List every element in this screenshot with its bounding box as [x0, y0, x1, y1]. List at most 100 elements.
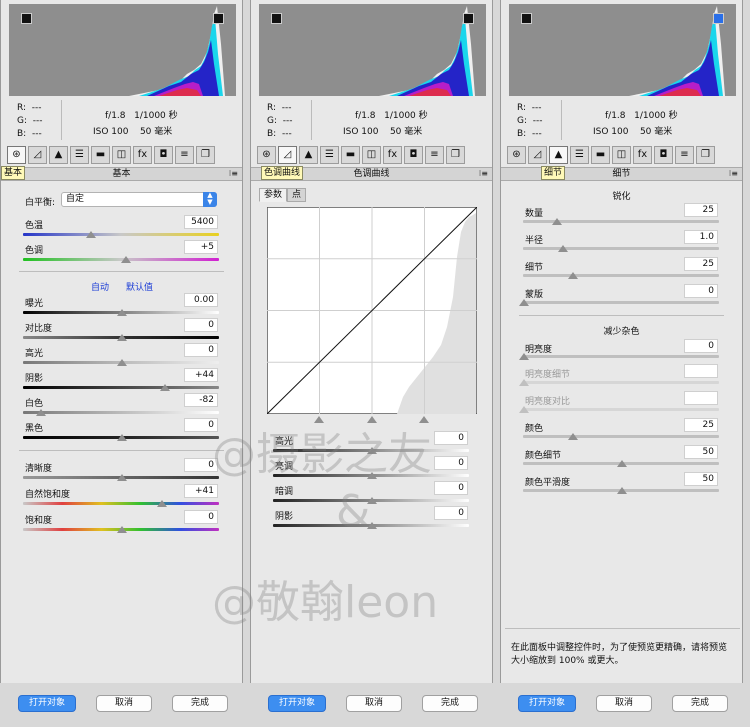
- whites-slider-thumb[interactable]: [36, 409, 46, 416]
- curve-shadows-slider-thumb[interactable]: [367, 522, 377, 529]
- hsl-tab-icon[interactable]: ☰: [70, 146, 89, 164]
- tone-curve-tab-icon[interactable]: ◿: [28, 146, 47, 164]
- color-smoothness-slider-thumb[interactable]: [617, 487, 627, 494]
- tint-field[interactable]: +5: [184, 240, 218, 254]
- tone-curve-tab-icon[interactable]: ◿: [278, 146, 297, 164]
- shadow-clipping-toggle[interactable]: [21, 13, 32, 24]
- presets-tab-icon[interactable]: ≡: [175, 146, 194, 164]
- luminance-slider-thumb[interactable]: [519, 353, 529, 360]
- contrast-field[interactable]: 0: [184, 318, 218, 332]
- clarity-field[interactable]: 0: [184, 458, 218, 472]
- split-toning-tab-icon[interactable]: ▬: [341, 146, 360, 164]
- open-object-button-2[interactable]: 打开对象: [268, 695, 326, 712]
- curve-highlights-field[interactable]: 0: [434, 431, 468, 445]
- detail-tab-icon[interactable]: ▲: [299, 146, 318, 164]
- color-slider[interactable]: [523, 435, 719, 438]
- tint-slider-thumb[interactable]: [121, 256, 131, 263]
- color-slider-thumb[interactable]: [568, 433, 578, 440]
- saturation-field[interactable]: 0: [184, 510, 218, 524]
- curve-shadows-field[interactable]: 0: [434, 506, 468, 520]
- lens-corrections-tab-icon[interactable]: ◫: [362, 146, 381, 164]
- camera-calibration-tab-icon[interactable]: ◘: [404, 146, 423, 164]
- basic-tab-icon[interactable]: ⊛: [7, 146, 26, 164]
- panel-menu-icon[interactable]: ⁝≡: [229, 168, 238, 180]
- highlights-slider-thumb[interactable]: [117, 359, 127, 366]
- highlight-clipping-toggle[interactable]: [213, 13, 224, 24]
- whites-field[interactable]: -82: [184, 393, 218, 407]
- masking-field[interactable]: 0: [684, 284, 718, 298]
- temp-slider-thumb[interactable]: [86, 231, 96, 238]
- radius-slider[interactable]: [523, 247, 719, 250]
- default-link[interactable]: 默认值: [126, 280, 153, 293]
- masking-slider[interactable]: [523, 301, 719, 304]
- panel-menu-icon[interactable]: ⁝≡: [479, 168, 488, 180]
- color-detail-field[interactable]: 50: [684, 445, 718, 459]
- masking-slider-thumb[interactable]: [519, 299, 529, 306]
- contrast-slider-thumb[interactable]: [117, 334, 127, 341]
- tone-curve-graph[interactable]: [267, 207, 477, 414]
- effects-tab-icon[interactable]: fx: [633, 146, 652, 164]
- snapshots-tab-icon[interactable]: ❐: [196, 146, 215, 164]
- region-split-thumb-3[interactable]: [419, 416, 429, 423]
- open-object-button-1[interactable]: 打开对象: [18, 695, 76, 712]
- split-toning-tab-icon[interactable]: ▬: [91, 146, 110, 164]
- camera-calibration-tab-icon[interactable]: ◘: [654, 146, 673, 164]
- vibrance-slider-thumb[interactable]: [157, 500, 167, 507]
- luminance-field[interactable]: 0: [684, 339, 718, 353]
- open-object-button-3[interactable]: 打开对象: [518, 695, 576, 712]
- vibrance-field[interactable]: +41: [184, 484, 218, 498]
- basic-tab-icon[interactable]: ⊛: [257, 146, 276, 164]
- color-detail-slider-thumb[interactable]: [617, 460, 627, 467]
- hsl-tab-icon[interactable]: ☰: [570, 146, 589, 164]
- shadow-clipping-toggle[interactable]: [521, 13, 532, 24]
- amount-slider-thumb[interactable]: [552, 218, 562, 225]
- vibrance-slider[interactable]: [23, 502, 219, 505]
- basic-tab-icon[interactable]: ⊛: [507, 146, 526, 164]
- snapshots-tab-icon[interactable]: ❐: [696, 146, 715, 164]
- camera-calibration-tab-icon[interactable]: ◘: [154, 146, 173, 164]
- auto-link[interactable]: 自动: [91, 280, 109, 293]
- curve-lights-slider-thumb[interactable]: [367, 472, 377, 479]
- done-button-2[interactable]: 完成: [422, 695, 478, 712]
- temp-slider[interactable]: [23, 233, 219, 236]
- luminance-slider[interactable]: [523, 355, 719, 358]
- shadows-field[interactable]: +44: [184, 368, 218, 382]
- blacks-slider-thumb[interactable]: [117, 434, 127, 441]
- curve-lights-field[interactable]: 0: [434, 456, 468, 470]
- color-smoothness-field[interactable]: 50: [684, 472, 718, 486]
- region-split-thumb-2[interactable]: [367, 416, 377, 423]
- curve-highlights-slider-thumb[interactable]: [367, 447, 377, 454]
- snapshots-tab-icon[interactable]: ❐: [446, 146, 465, 164]
- radius-slider-thumb[interactable]: [558, 245, 568, 252]
- exposure-field[interactable]: 0.00: [184, 293, 218, 307]
- detail-tab-icon[interactable]: ▲: [549, 146, 568, 164]
- amount-field[interactable]: 25: [684, 203, 718, 217]
- region-split-thumb-1[interactable]: [314, 416, 324, 423]
- shadow-clipping-toggle[interactable]: [271, 13, 282, 24]
- detail-tab-icon[interactable]: ▲: [49, 146, 68, 164]
- shadows-slider-thumb[interactable]: [160, 384, 170, 391]
- white-balance-select[interactable]: 自定 ▲ ▼: [61, 192, 217, 207]
- detail-field[interactable]: 25: [684, 257, 718, 271]
- color-field[interactable]: 25: [684, 418, 718, 432]
- highlight-clipping-toggle[interactable]: [713, 13, 724, 24]
- hsl-tab-icon[interactable]: ☰: [320, 146, 339, 164]
- lens-corrections-tab-icon[interactable]: ◫: [612, 146, 631, 164]
- radius-field[interactable]: 1.0: [684, 230, 718, 244]
- effects-tab-icon[interactable]: fx: [133, 146, 152, 164]
- tone-curve-tab-icon[interactable]: ◿: [528, 146, 547, 164]
- saturation-slider-thumb[interactable]: [117, 526, 127, 533]
- cancel-button-2[interactable]: 取消: [346, 695, 402, 712]
- cancel-button-3[interactable]: 取消: [596, 695, 652, 712]
- effects-tab-icon[interactable]: fx: [383, 146, 402, 164]
- cancel-button-1[interactable]: 取消: [96, 695, 152, 712]
- lens-corrections-tab-icon[interactable]: ◫: [112, 146, 131, 164]
- tab-point[interactable]: 点: [287, 188, 307, 202]
- highlight-clipping-toggle[interactable]: [463, 13, 474, 24]
- curve-darks-field[interactable]: 0: [434, 481, 468, 495]
- presets-tab-icon[interactable]: ≡: [425, 146, 444, 164]
- exposure-slider-thumb[interactable]: [117, 309, 127, 316]
- detail-slider-thumb[interactable]: [568, 272, 578, 279]
- whites-slider[interactable]: [23, 411, 219, 414]
- temp-field[interactable]: 5400: [184, 215, 218, 229]
